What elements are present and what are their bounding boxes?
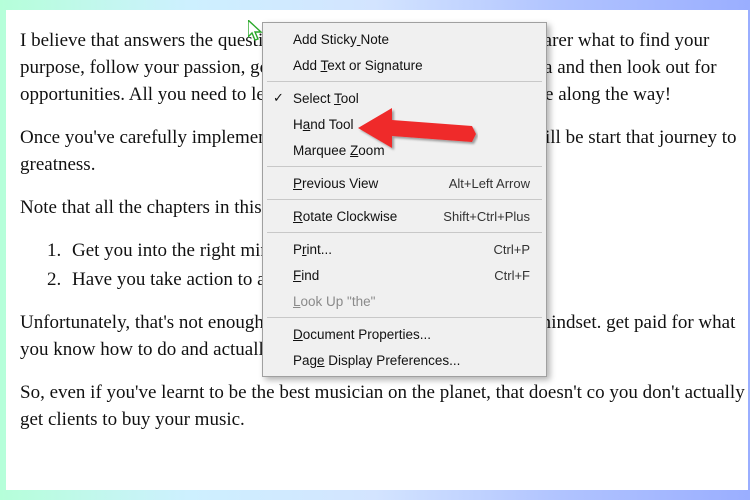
context-menu[interactable]: Add Sticky Note Add Text or Signature ✓ Sel…: [262, 22, 547, 377]
menu-separator: [267, 199, 542, 200]
menu-item-label: Hand Tool: [293, 117, 530, 132]
menu-item-page-display-preferences[interactable]: Page Display Preferences...: [265, 347, 544, 373]
menu-item-shortcut: Ctrl+F: [494, 268, 530, 283]
menu-item-label: Select Tool: [293, 91, 530, 106]
menu-item-select-tool[interactable]: ✓ Select Tool: [265, 85, 544, 111]
menu-item-look-up-the: Look Up "the": [265, 288, 544, 314]
menu-item-label: Add Sticky Note: [293, 32, 530, 47]
menu-separator: [267, 81, 542, 82]
menu-item-label: Look Up "the": [293, 294, 530, 309]
menu-item-hand-tool[interactable]: Hand Tool: [265, 111, 544, 137]
menu-item-add-text-or-signature[interactable]: Add Text or Signature: [265, 52, 544, 78]
menu-item-previous-view[interactable]: Previous ViewAlt+Left Arrow: [265, 170, 544, 196]
paragraph: So, even if you've learnt to be the best…: [20, 380, 748, 434]
menu-item-shortcut: Alt+Left Arrow: [449, 176, 530, 191]
menu-item-shortcut: Shift+Ctrl+Plus: [443, 209, 530, 224]
menu-item-label: Page Display Preferences...: [293, 353, 530, 368]
menu-item-label: Marquee Zoom: [293, 143, 530, 158]
menu-item-document-properties[interactable]: Document Properties...: [265, 321, 544, 347]
menu-item-find[interactable]: FindCtrl+F: [265, 262, 544, 288]
menu-item-label: Add Text or Signature: [293, 58, 530, 73]
menu-separator: [267, 317, 542, 318]
menu-item-marquee-zoom[interactable]: Marquee Zoom: [265, 137, 544, 163]
menu-item-add-sticky-note[interactable]: Add Sticky Note: [265, 26, 544, 52]
menu-item-label: Document Properties...: [293, 327, 530, 342]
menu-item-print[interactable]: Print...Ctrl+P: [265, 236, 544, 262]
menu-item-label: Rotate Clockwise: [293, 209, 443, 224]
menu-separator: [267, 166, 542, 167]
menu-item-label: Find: [293, 268, 494, 283]
check-icon: ✓: [273, 90, 284, 106]
menu-separator: [267, 232, 542, 233]
menu-item-shortcut: Ctrl+P: [494, 242, 530, 257]
menu-item-label: Print...: [293, 242, 494, 257]
menu-item-label: Previous View: [293, 176, 449, 191]
menu-item-rotate-clockwise[interactable]: Rotate ClockwiseShift+Ctrl+Plus: [265, 203, 544, 229]
